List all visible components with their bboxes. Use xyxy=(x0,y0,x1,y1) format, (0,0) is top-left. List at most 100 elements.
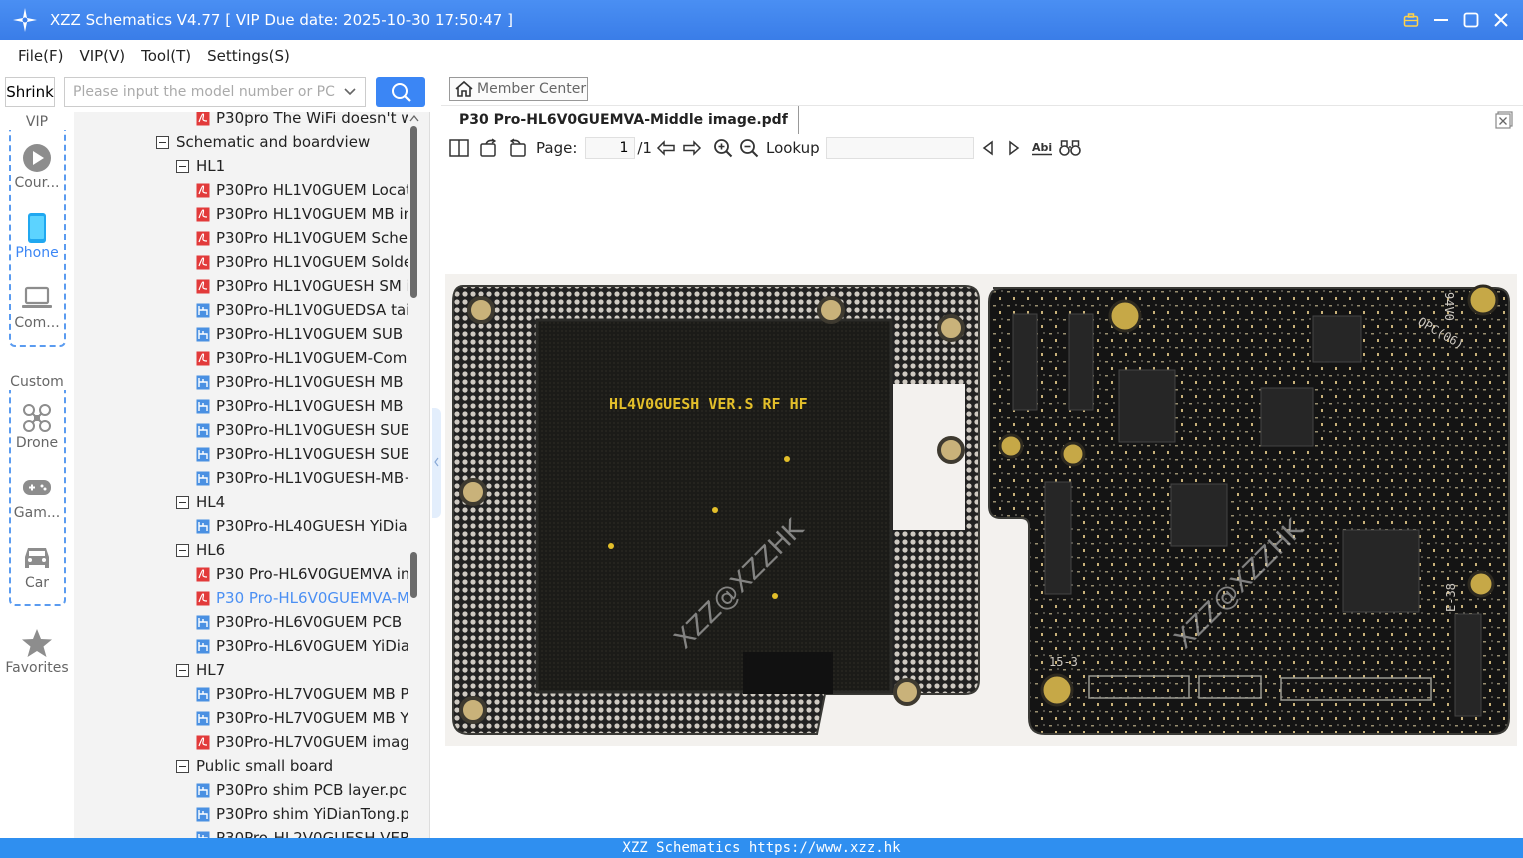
tree-item-label: P30Pro-HL1V0GUESH-MB+S xyxy=(216,469,408,487)
pcb-file-icon xyxy=(196,447,210,462)
tree-file[interactable]: P30Pro shim PCB layer.pcb xyxy=(196,778,408,802)
page-number-input[interactable] xyxy=(585,137,636,159)
collapse-toggle-icon[interactable] xyxy=(176,759,189,773)
collapse-toggle-icon[interactable] xyxy=(176,495,189,509)
find-next-icon[interactable] xyxy=(1006,137,1022,159)
tree-file[interactable]: P30Pro HL1V0GUESH SM ima xyxy=(196,274,408,298)
member-center-button[interactable]: Member Center xyxy=(449,77,588,101)
tree-folder[interactable]: HL7 xyxy=(176,658,225,682)
pcb-board-image: HL4V0GUESH VER.S RF HF 15-3 E-38 OPC(06)… xyxy=(445,274,1517,746)
member-center-label: Member Center xyxy=(477,81,587,97)
pdf-file-icon xyxy=(196,351,210,366)
tree-file[interactable]: P30Pro-HL6V0GUEM YiDianT xyxy=(196,634,408,658)
document-tab[interactable]: P30 Pro-HL6V0GUEMVA-Middle image.pdf xyxy=(449,106,799,134)
window-title: XZZ Schematics V4.77 [ VIP Due date: 202… xyxy=(50,11,513,29)
menu-vip[interactable]: VIP(V) xyxy=(79,47,125,65)
find-icon[interactable] xyxy=(1058,137,1081,159)
rotate-left-icon[interactable] xyxy=(479,137,499,159)
rail-item-drone[interactable]: Drone xyxy=(0,401,74,451)
tree-folder[interactable]: Public small board xyxy=(176,754,333,778)
tree-item-label: P30Pro-HL1V0GUEM SUB bo xyxy=(216,325,408,343)
collapse-handle[interactable] xyxy=(432,408,441,518)
tree-file[interactable]: P30Pro-HL1V0GUESH MB PC xyxy=(196,370,408,394)
model-search-input[interactable] xyxy=(65,78,335,106)
tree-scroll-thumb[interactable] xyxy=(410,126,417,298)
collapse-toggle-icon[interactable] xyxy=(176,663,189,677)
tree-file[interactable]: P30 Pro-HL6V0GUEMVA-Mic xyxy=(196,586,408,610)
tree-file[interactable]: P30Pro-HL1V0GUESH-MB+S xyxy=(196,466,408,490)
tree-file[interactable]: P30Pro HL1V0GUEM Locatio xyxy=(196,178,408,202)
tree-file[interactable]: P30Pro HL1V0GUEM Schema xyxy=(196,226,408,250)
status-bar: XZZ Schematics https://www.xzz.hk xyxy=(0,838,1523,858)
laptop-icon xyxy=(0,281,74,315)
close-button[interactable] xyxy=(1493,12,1509,28)
pcb-file-icon xyxy=(196,423,210,438)
previous-page-icon[interactable] xyxy=(656,137,676,159)
rail-item-car[interactable]: Car xyxy=(0,541,74,591)
tree-file[interactable]: P30 Pro-HL6V0GUEMVA ima xyxy=(196,562,408,586)
menu-file[interactable]: File(F) xyxy=(18,47,63,65)
tree-file[interactable]: P30Pro-HL1V0GUEDSA tail p xyxy=(196,298,408,322)
tree-item-label: P30Pro-HL6V0GUEM PCB lay xyxy=(216,613,408,631)
rotate-right-icon[interactable] xyxy=(507,137,527,159)
rail-item-phone[interactable]: Phone xyxy=(0,211,74,261)
tree-file[interactable]: P30Pro-HL7V0GUEM MB YiD xyxy=(196,706,408,730)
rail-item-computer[interactable]: Com... xyxy=(0,281,74,331)
custom-group-label: Custom xyxy=(0,374,74,390)
next-page-icon[interactable] xyxy=(682,137,702,159)
pcb-file-icon xyxy=(196,519,210,534)
menu-settings[interactable]: Settings(S) xyxy=(207,47,290,65)
panel-splitter[interactable] xyxy=(429,112,441,838)
rail-item-game[interactable]: Gam... xyxy=(0,471,74,521)
pdf-file-icon xyxy=(196,255,210,270)
tree-file[interactable]: P30Pro-HL40GUESH YiDianT xyxy=(196,514,408,538)
tree-file[interactable]: P30Pro-HL1V0GUESH SUB P( xyxy=(196,418,408,442)
tree-file[interactable]: P30Pro HL1V0GUEM Solder . xyxy=(196,250,408,274)
tree-scrollbar[interactable] xyxy=(408,112,420,838)
collapse-toggle-icon[interactable] xyxy=(176,159,189,173)
match-case-icon[interactable]: Abi xyxy=(1031,137,1054,159)
rail-item-favorites[interactable]: Favorites xyxy=(0,626,74,676)
vip-group-label: VIP xyxy=(0,114,74,130)
tree-file[interactable]: P30Pro-HL7V0GUEM MB PCI xyxy=(196,682,408,706)
tree-folder[interactable]: HL4 xyxy=(176,490,225,514)
briefcase-icon[interactable] xyxy=(1403,12,1419,28)
maximize-button[interactable] xyxy=(1463,12,1479,28)
shrink-button[interactable]: Shrink xyxy=(5,77,55,107)
tree-file[interactable]: P30Pro shim YiDianTong.pcb xyxy=(196,802,408,826)
rail-item-label: Drone xyxy=(15,435,59,451)
tree-scroll-thumb-secondary[interactable] xyxy=(410,552,417,598)
collapse-toggle-icon[interactable] xyxy=(176,543,189,557)
status-text: XZZ Schematics https://www.xzz.hk xyxy=(622,840,901,856)
tree-folder[interactable]: Schematic and boardview xyxy=(156,130,370,154)
zoom-out-icon[interactable] xyxy=(739,137,759,159)
pcb-file-icon xyxy=(196,639,210,654)
find-previous-icon[interactable] xyxy=(980,137,996,159)
zoom-in-icon[interactable] xyxy=(713,137,733,159)
minimize-button[interactable] xyxy=(1433,12,1449,28)
tree-file[interactable]: P30Pro-HL1V0GUESH SUB Yi xyxy=(196,442,408,466)
search-button[interactable] xyxy=(376,77,425,107)
pdf-viewer[interactable]: HL4V0GUESH VER.S RF HF 15-3 E-38 OPC(06)… xyxy=(441,162,1523,838)
collapse-toggle-icon[interactable] xyxy=(156,135,169,149)
close-document-icon[interactable] xyxy=(1495,111,1513,129)
tree-file[interactable]: P30pro The WiFi doesn't work.p xyxy=(196,112,408,130)
menu-tool[interactable]: Tool(T) xyxy=(141,47,191,65)
left-toolbar: Shrink xyxy=(0,72,440,112)
tree-folder[interactable]: HL1 xyxy=(176,154,225,178)
tree-file[interactable]: P30Pro HL1V0GUEM MB ima xyxy=(196,202,408,226)
tree-file[interactable]: P30Pro-HL2V0GUESH VER.D xyxy=(196,826,408,838)
two-page-icon[interactable] xyxy=(449,137,469,159)
model-search-combo[interactable] xyxy=(64,77,366,107)
tree-file[interactable]: P30Pro-HL6V0GUEM PCB lay xyxy=(196,610,408,634)
pdf-toolbar: Page: /1 Lookup Abi xyxy=(441,134,1523,162)
lookup-input[interactable] xyxy=(825,137,974,159)
tree-file[interactable]: P30Pro-HL7V0GUEM image.( xyxy=(196,730,408,754)
rail-item-courses[interactable]: Cour... xyxy=(0,141,74,191)
chevron-down-icon[interactable] xyxy=(343,84,357,104)
tree-file[interactable]: P30Pro-HL1V0GUEM-Compc xyxy=(196,346,408,370)
tree-file[interactable]: P30Pro-HL1V0GUEM SUB bo xyxy=(196,322,408,346)
tree-folder[interactable]: HL6 xyxy=(176,538,225,562)
tree-file[interactable]: P30Pro-HL1V0GUESH MB bc xyxy=(196,394,408,418)
tree-item-label: P30Pro HL1V0GUEM Schema xyxy=(216,229,408,247)
